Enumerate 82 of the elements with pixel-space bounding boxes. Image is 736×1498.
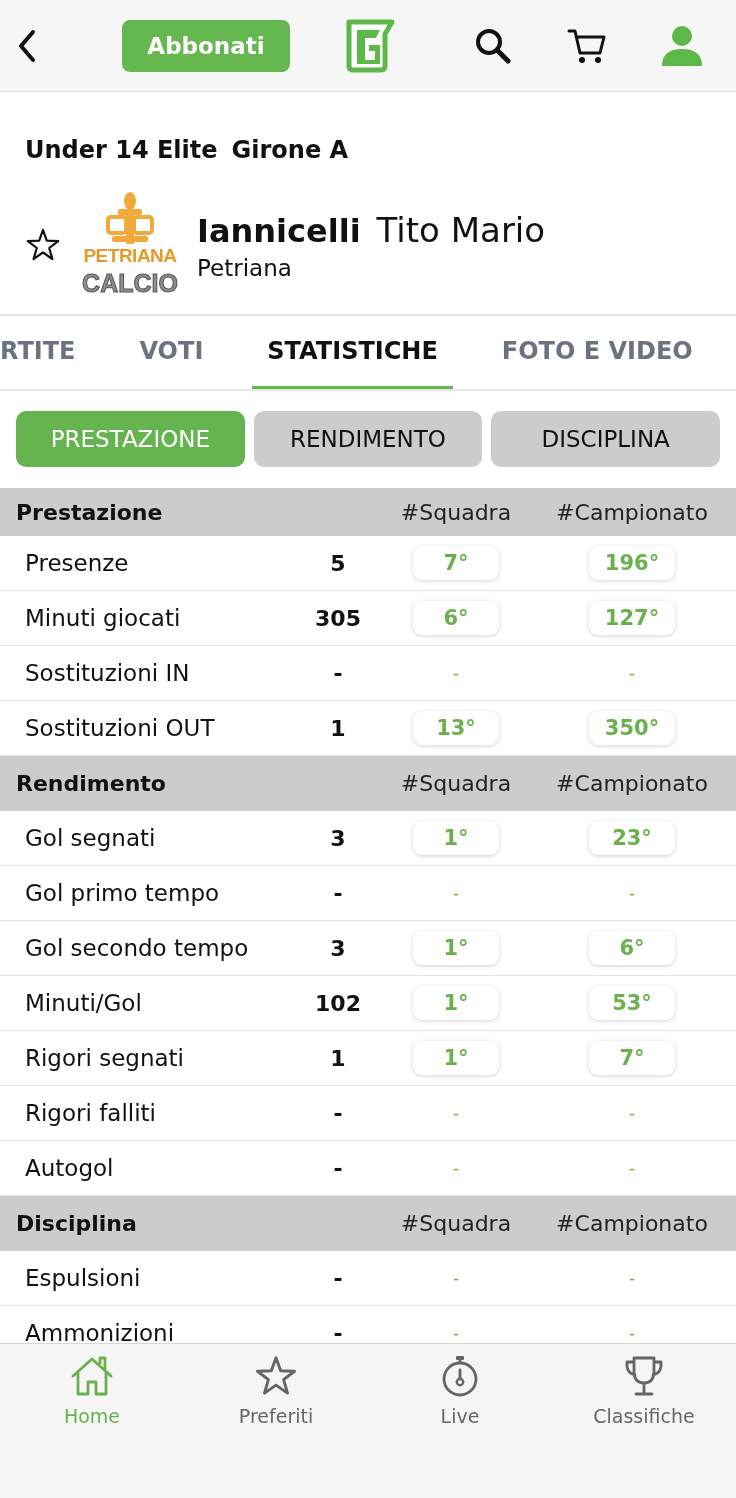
segment-button[interactable]: RENDIMENTO <box>253 411 483 467</box>
team-rank: - <box>452 883 460 903</box>
stat-label: Rigori falliti <box>25 1100 156 1126</box>
stat-value: - <box>333 1100 343 1126</box>
nav-tab[interactable]: Live <box>438 1344 482 1428</box>
league-rank: - <box>628 1158 636 1178</box>
team-rank-badge: 1° <box>413 1041 499 1075</box>
stat-value: - <box>333 880 343 906</box>
league-rank: - <box>628 663 636 683</box>
team-rank-badge: 13° <box>413 711 499 745</box>
column-header: #Campionato <box>556 1211 708 1236</box>
league-rank-badge: 53° <box>589 986 675 1020</box>
team-rank: - <box>452 1103 460 1123</box>
back-icon[interactable] <box>17 28 37 63</box>
stat-label: Gol secondo tempo <box>25 935 249 961</box>
tab[interactable]: FOTO E VIDEO <box>486 316 708 389</box>
league-rank: - <box>628 1323 636 1343</box>
player-surname: Iannicelli <box>197 210 361 252</box>
team-rank-badge: 1° <box>413 986 499 1020</box>
home-icon <box>70 1354 114 1398</box>
column-header: #Campionato <box>556 499 708 525</box>
stat-value: 1 <box>330 1045 346 1071</box>
stat-label: Sostituzioni OUT <box>25 715 215 741</box>
league-rank-badge: 350° <box>589 711 675 745</box>
league-rank: - <box>628 1268 636 1288</box>
stat-label: Gol primo tempo <box>25 880 220 906</box>
stat-label: Ammonizioni <box>25 1320 175 1343</box>
column-header: #Squadra <box>400 1211 512 1236</box>
logo-wordmark: CALCIO <box>82 268 178 298</box>
stat-label: Autogol <box>25 1155 114 1181</box>
star-icon <box>254 1354 298 1398</box>
stat-label: Presenze <box>25 550 129 576</box>
tab[interactable]: VOTI <box>124 316 219 389</box>
stat-label: Sostituzioni IN <box>25 660 190 686</box>
team-rank: - <box>452 663 460 683</box>
team-rank-badge: 6° <box>413 601 499 635</box>
stat-label: Gol segnati <box>25 825 156 851</box>
stat-label: Minuti giocati <box>25 605 181 631</box>
competition-name: Under 14 Elite <box>25 135 218 166</box>
league-rank-badge: 23° <box>589 821 675 855</box>
team-rank-badge: 1° <box>413 931 499 965</box>
stat-label: Espulsioni <box>25 1265 141 1291</box>
logo-wordmark: PETRIANA <box>83 244 177 268</box>
segment-button[interactable]: DISCIPLINA <box>491 411 720 467</box>
league-rank-badge: 196° <box>589 546 675 580</box>
stat-value: - <box>333 1155 343 1181</box>
player-given-names: Tito Mario <box>376 208 546 252</box>
favorite-star-icon[interactable] <box>25 227 61 263</box>
team-rank: - <box>452 1323 460 1343</box>
competition-group: Girone A <box>231 132 349 168</box>
tab[interactable]: RTITE <box>0 316 91 389</box>
stat-value: 305 <box>315 605 361 631</box>
team-rank-badge: 1° <box>413 821 499 855</box>
league-rank-badge: 7° <box>589 1041 675 1075</box>
stat-label: Minuti/Gol <box>25 990 142 1016</box>
league-rank: - <box>628 1103 636 1123</box>
section-title: Disciplina <box>16 1211 137 1236</box>
league-rank-badge: 127° <box>589 601 675 635</box>
nav-tab[interactable]: Classifiche <box>593 1344 695 1428</box>
tab[interactable]: STATISTICHE <box>252 316 453 389</box>
search-icon[interactable] <box>474 26 512 65</box>
stat-value: - <box>333 660 343 686</box>
team-rank: - <box>452 1268 460 1288</box>
team-rank: - <box>452 1158 460 1178</box>
stat-value: 3 <box>330 825 346 851</box>
stat-label: Rigori segnati <box>25 1045 184 1071</box>
column-header: #Squadra <box>400 499 512 525</box>
nav-tab[interactable]: Preferiti <box>238 1344 314 1428</box>
team-rank-badge: 7° <box>413 546 499 580</box>
league-rank-badge: 6° <box>589 931 675 965</box>
league-rank: - <box>628 883 636 903</box>
stat-value: 102 <box>315 990 361 1016</box>
stat-value: 1 <box>330 715 346 741</box>
stat-value: 5 <box>330 550 346 576</box>
stat-value: 3 <box>330 935 346 961</box>
team-name: Petriana <box>197 253 293 283</box>
section-title: Prestazione <box>16 499 163 525</box>
column-header: #Campionato <box>556 771 708 796</box>
column-header: #Squadra <box>400 771 512 796</box>
stat-value: - <box>333 1265 343 1291</box>
stat-value: - <box>333 1320 343 1343</box>
section-title: Rendimento <box>16 771 166 796</box>
